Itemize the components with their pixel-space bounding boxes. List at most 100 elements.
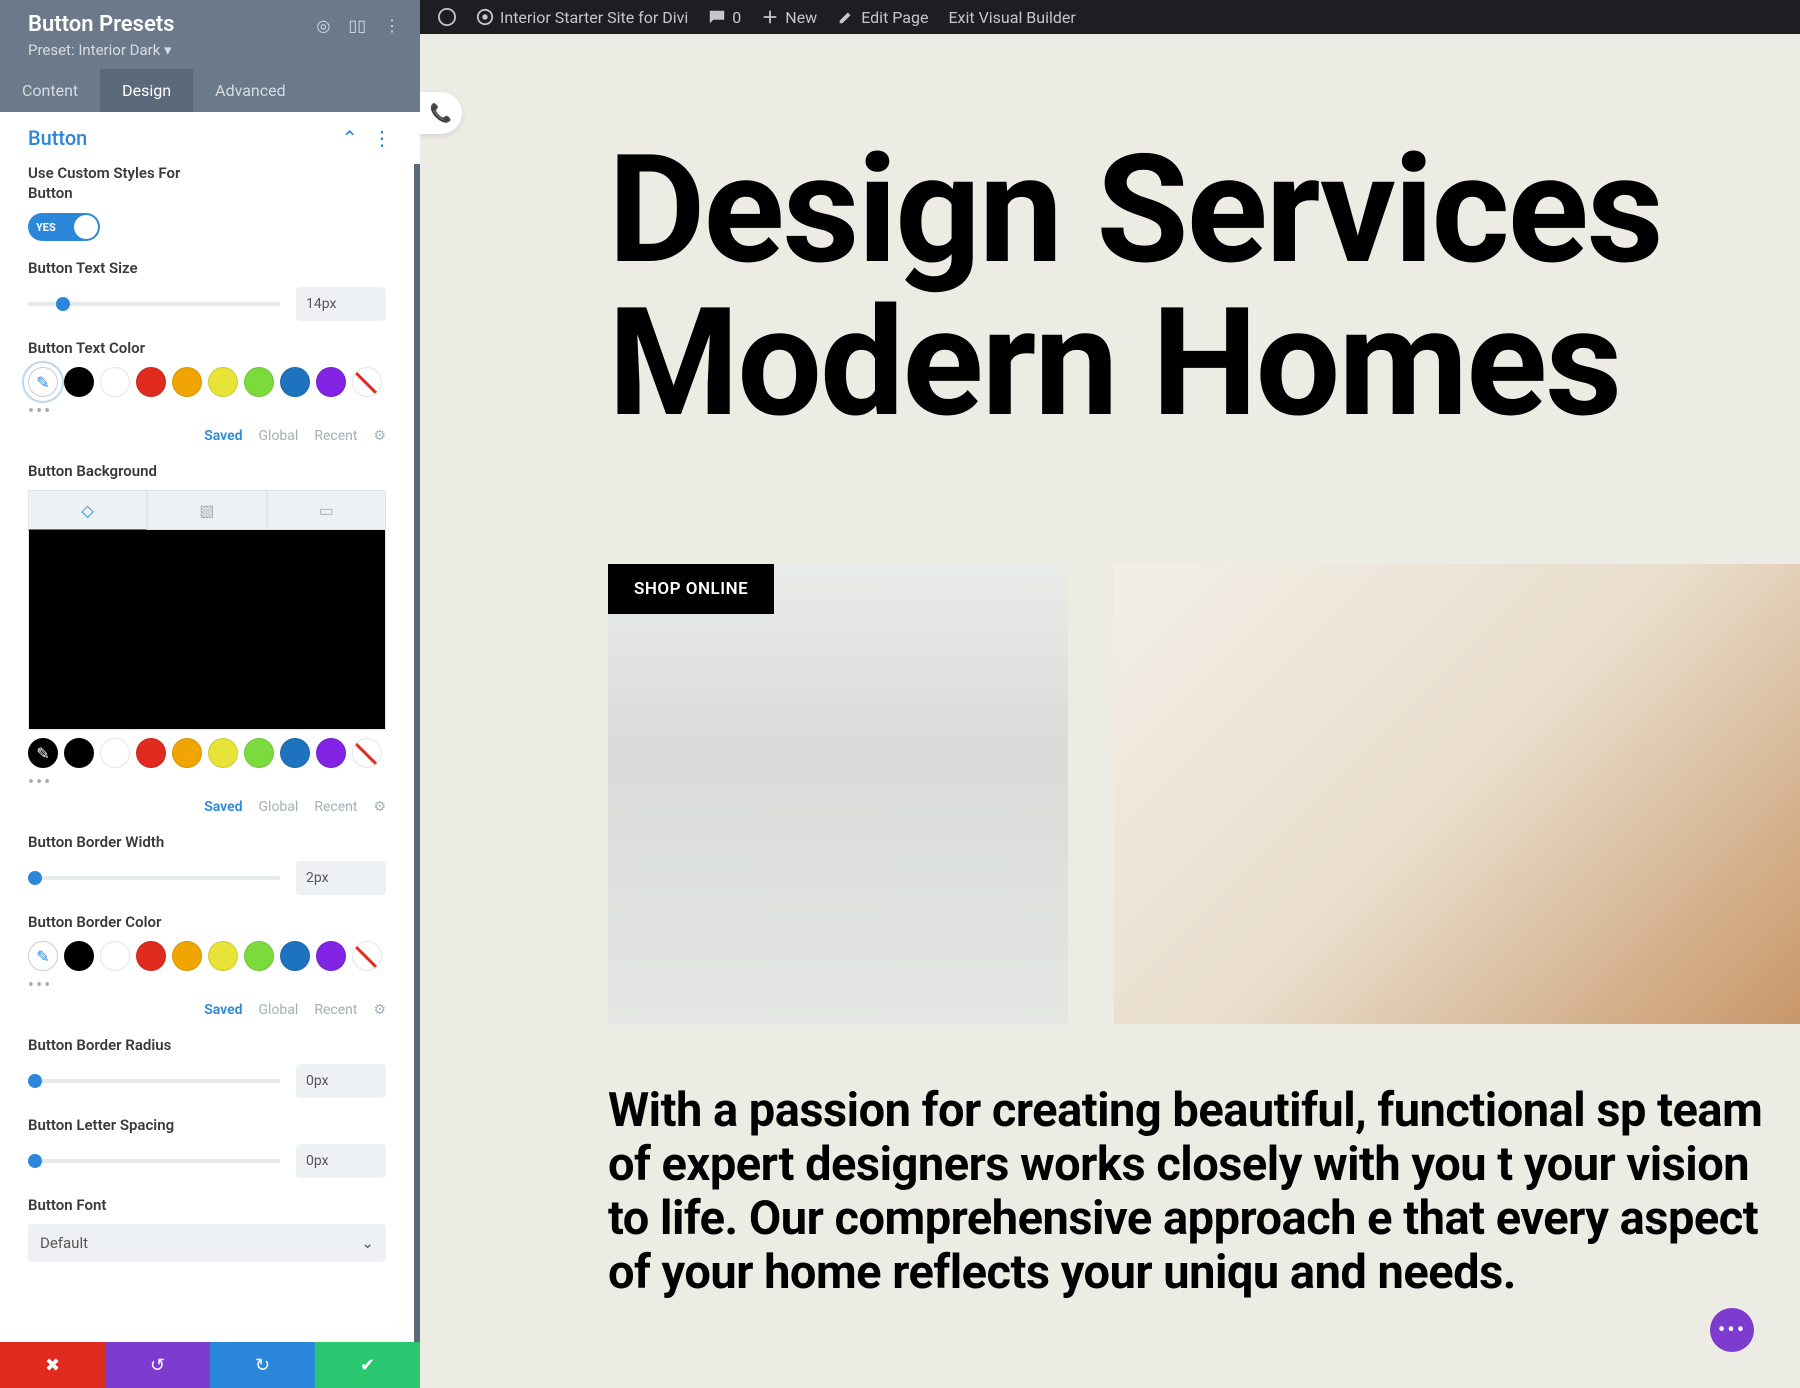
use-custom-toggle[interactable]: YES (28, 213, 100, 241)
eyedropper-icon[interactable]: ✎ (28, 941, 58, 971)
toggle-text: YES (36, 221, 56, 234)
comment-icon (708, 8, 726, 26)
swatch-tab-saved[interactable]: Saved (204, 428, 242, 444)
swatch-tab-global[interactable]: Global (259, 799, 299, 815)
preset-dropdown[interactable]: Preset: Interior Dark ▾ (28, 41, 174, 59)
swatch-green[interactable] (244, 367, 274, 397)
swatch-blue[interactable] (280, 738, 310, 768)
more-swatches-icon[interactable]: ••• (28, 975, 386, 996)
swatch-blue[interactable] (280, 367, 310, 397)
section-more-icon[interactable]: ⋮ (372, 126, 392, 150)
border-radius-input[interactable]: 0px (296, 1064, 386, 1098)
eyedropper-icon[interactable]: ✎ (28, 738, 58, 768)
font-select-value: Default (40, 1234, 88, 1252)
tab-design[interactable]: Design (100, 69, 193, 112)
swatch-orange[interactable] (172, 941, 202, 971)
border-width-input[interactable]: 2px (296, 861, 386, 895)
plus-icon (761, 8, 779, 26)
swatch-white[interactable] (100, 367, 130, 397)
tab-advanced[interactable]: Advanced (193, 69, 308, 112)
swatch-yellow[interactable] (208, 367, 238, 397)
hero-title: Design Services Modern Homes (608, 134, 1662, 440)
border-color-swatches: ✎ (28, 941, 386, 971)
more-swatches-icon[interactable]: ••• (28, 772, 386, 793)
swatch-green[interactable] (244, 941, 274, 971)
gear-icon[interactable]: ⚙ (373, 1002, 386, 1018)
more-swatches-icon[interactable]: ••• (28, 401, 386, 422)
swatch-orange[interactable] (172, 367, 202, 397)
intro-paragraph: With a passion for creating beautiful, f… (608, 1084, 1800, 1300)
swatch-purple[interactable] (316, 367, 346, 397)
builder-fab[interactable]: ••• (1710, 1308, 1754, 1352)
columns-icon[interactable]: ▯▯ (348, 16, 366, 35)
eyedropper-icon[interactable]: ✎ (28, 367, 58, 397)
text-size-slider[interactable] (28, 302, 280, 306)
wp-admin-bar: Interior Starter Site for Divi 0 New Edi… (420, 0, 1800, 34)
letter-spacing-input[interactable]: 0px (296, 1144, 386, 1178)
tab-content[interactable]: Content (0, 69, 100, 112)
swatch-red[interactable] (136, 941, 166, 971)
save-button[interactable]: ✔ (315, 1342, 420, 1388)
bg-tab-gradient[interactable]: ▧ (147, 490, 266, 530)
gear-icon[interactable]: ⚙ (373, 799, 386, 815)
font-select[interactable]: Default ⌄ (28, 1224, 386, 1262)
color-source-tabs: Saved Global Recent ⚙ (28, 428, 386, 444)
bg-color-preview[interactable] (28, 530, 386, 730)
swatch-black[interactable] (64, 367, 94, 397)
swatch-tab-saved[interactable]: Saved (204, 799, 242, 815)
border-radius-slider[interactable] (28, 1079, 280, 1083)
swatch-tab-recent[interactable]: Recent (314, 1002, 357, 1018)
swatch-purple[interactable] (316, 738, 346, 768)
swatch-none[interactable] (352, 941, 382, 971)
text-size-input[interactable]: 14px (296, 287, 386, 321)
swatch-purple[interactable] (316, 941, 346, 971)
chevron-up-icon[interactable]: ⌃ (341, 126, 358, 150)
swatch-tab-global[interactable]: Global (259, 428, 299, 444)
shop-online-button[interactable]: SHOP ONLINE (608, 564, 774, 614)
swatch-black[interactable] (64, 941, 94, 971)
swatch-tab-recent[interactable]: Recent (314, 428, 357, 444)
swatch-black[interactable] (64, 738, 94, 768)
edit-page-link[interactable]: Edit Page (827, 0, 938, 34)
swatch-tab-recent[interactable]: Recent (314, 799, 357, 815)
bg-tab-image[interactable]: ▭ (267, 490, 386, 530)
swatch-tab-saved[interactable]: Saved (204, 1002, 242, 1018)
comments-link[interactable]: 0 (698, 0, 751, 34)
border-width-slider[interactable] (28, 876, 280, 880)
phone-icon[interactable]: 📞 (420, 92, 462, 134)
site-name-link[interactable]: Interior Starter Site for Divi (466, 0, 698, 34)
swatch-blue[interactable] (280, 941, 310, 971)
more-icon[interactable]: ⋮ (384, 16, 400, 35)
swatch-white[interactable] (100, 941, 130, 971)
hero-line2: Modern Homes (608, 287, 1662, 440)
cancel-button[interactable]: ✖ (0, 1342, 105, 1388)
border-color-label: Button Border Color (28, 913, 386, 931)
gear-icon[interactable]: ⚙ (373, 428, 386, 444)
bg-label: Button Background (28, 462, 386, 480)
section-title-text: Button (28, 126, 87, 150)
redo-button[interactable]: ↻ (210, 1342, 315, 1388)
exit-builder-link[interactable]: Exit Visual Builder (938, 0, 1085, 34)
swatch-orange[interactable] (172, 738, 202, 768)
border-width-label: Button Border Width (28, 833, 386, 851)
section-button-header[interactable]: Button ⌃ ⋮ (0, 112, 420, 164)
swatch-yellow[interactable] (208, 941, 238, 971)
letter-spacing-slider[interactable] (28, 1159, 280, 1163)
panel-body: Use Custom Styles For Button YES Button … (0, 164, 420, 1342)
swatch-none[interactable] (352, 738, 382, 768)
font-label: Button Font (28, 1196, 386, 1214)
swatch-yellow[interactable] (208, 738, 238, 768)
swatch-red[interactable] (136, 367, 166, 397)
text-color-swatches: ✎ (28, 367, 386, 397)
swatch-white[interactable] (100, 738, 130, 768)
undo-button[interactable]: ↺ (105, 1342, 210, 1388)
pencil-icon (837, 8, 855, 26)
target-icon[interactable]: ◎ (316, 16, 330, 35)
swatch-red[interactable] (136, 738, 166, 768)
new-content-link[interactable]: New (751, 0, 827, 34)
bg-tab-color[interactable]: ◇ (28, 490, 147, 530)
swatch-none[interactable] (352, 367, 382, 397)
swatch-green[interactable] (244, 738, 274, 768)
wp-logo-icon[interactable] (428, 0, 466, 34)
swatch-tab-global[interactable]: Global (259, 1002, 299, 1018)
